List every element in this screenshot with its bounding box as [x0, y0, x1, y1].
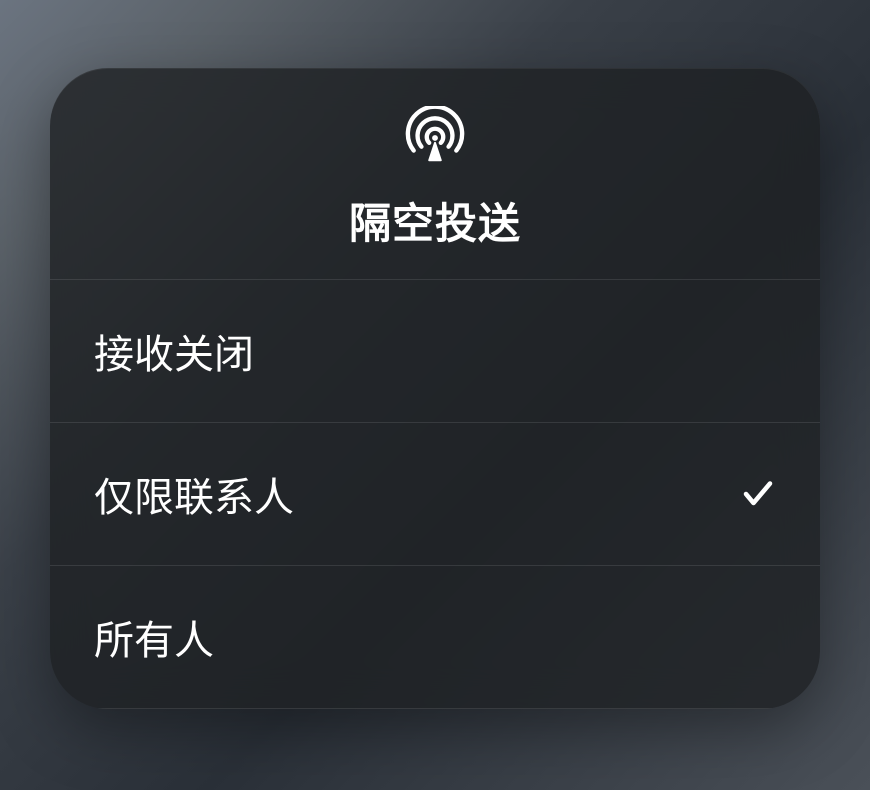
airdrop-settings-panel: 隔空投送 接收关闭 仅限联系人 所有人 [50, 68, 820, 709]
options-list: 接收关闭 仅限联系人 所有人 [50, 280, 820, 709]
option-label: 所有人 [94, 608, 214, 666]
airdrop-icon [404, 106, 466, 168]
option-everyone[interactable]: 所有人 [50, 566, 820, 709]
option-contacts-only[interactable]: 仅限联系人 [50, 423, 820, 566]
option-receiving-off[interactable]: 接收关闭 [50, 280, 820, 423]
panel-header: 隔空投送 [50, 68, 820, 280]
option-label: 接收关闭 [94, 322, 254, 380]
checkmark-icon [740, 476, 776, 512]
option-label: 仅限联系人 [94, 465, 294, 523]
panel-title: 隔空投送 [349, 190, 521, 251]
